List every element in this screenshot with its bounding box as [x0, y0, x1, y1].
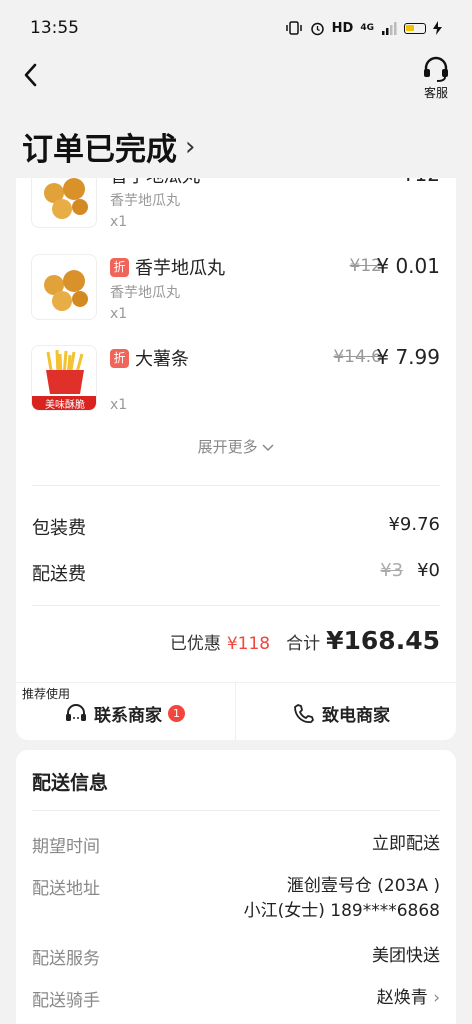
- info-row-rider[interactable]: 配送骑手 赵焕青 ›: [32, 986, 440, 1011]
- info-label: 期望时间: [32, 837, 100, 857]
- item-qty: x1: [110, 306, 128, 322]
- divider: [32, 485, 440, 486]
- item-name: 折 大薯条: [110, 345, 189, 371]
- charging-icon: [433, 21, 442, 35]
- fee-row-packaging: 包装费 ¥9.76: [32, 514, 440, 540]
- info-value: 美团快送: [372, 946, 440, 966]
- info-row-service: 配送服务 美团快送: [32, 944, 440, 969]
- divider: [32, 810, 440, 811]
- signal-icon: [382, 21, 397, 35]
- item-name: 香芋地瓜丸: [110, 178, 200, 188]
- item-price: ¥ 0.01: [376, 254, 440, 278]
- customer-service-button[interactable]: 客服: [422, 56, 450, 101]
- discount-tag: 折: [110, 257, 129, 277]
- fee-label: 配送费: [32, 564, 86, 585]
- fee-row-delivery: 配送费 ¥3 ¥0: [32, 560, 440, 586]
- fee-original: ¥3: [380, 560, 404, 581]
- order-item[interactable]: 香芋地瓜丸 香芋地瓜丸 x1 ¥12: [16, 178, 456, 242]
- info-row-address: 配送地址 滙创壹号仓 (203A ) 小江(女士) 189****6868: [32, 874, 440, 924]
- back-button[interactable]: [22, 62, 38, 94]
- product-image-text: 美味酥脆: [45, 398, 85, 411]
- product-image: 美味酥脆: [31, 345, 97, 411]
- info-label: 配送地址: [32, 879, 100, 899]
- order-total: 已优惠 ¥118 合计 ¥168.45: [170, 626, 440, 655]
- status-icons: HD 4G: [285, 21, 442, 36]
- order-item[interactable]: 美味酥脆 折 大薯条 x1 ¥14.6 ¥ 7.99: [16, 345, 456, 425]
- info-label: 配送服务: [32, 949, 100, 969]
- battery-icon: [404, 22, 426, 34]
- info-value: 滙创壹号仓 (203A ) 小江(女士) 189****6868: [244, 874, 440, 924]
- chevron-right-icon: ›: [433, 988, 440, 1008]
- order-card: 香芋地瓜丸 香芋地瓜丸 x1 ¥12 折 香芋地瓜丸 香芋地瓜丸 x1 ¥12 …: [16, 178, 456, 740]
- item-name: 折 香芋地瓜丸: [110, 254, 225, 280]
- status-bar: 13:55 HD 4G: [0, 0, 472, 56]
- item-qty: x1: [110, 397, 128, 413]
- phone-icon: [294, 703, 314, 723]
- chat-headset-icon: [66, 703, 86, 721]
- alarm-icon: [310, 22, 324, 35]
- divider: [235, 683, 236, 740]
- section-title: 配送信息: [32, 772, 109, 794]
- info-value: 赵焕青 ›: [376, 988, 440, 1008]
- call-merchant-button[interactable]: 致电商家: [292, 701, 390, 726]
- contact-merchant-button[interactable]: 联系商家 1: [64, 701, 185, 726]
- divider: [32, 605, 440, 606]
- vibrate-icon: [285, 21, 302, 35]
- item-price: ¥12: [402, 178, 440, 186]
- unread-badge: 1: [168, 705, 185, 722]
- fee-label: 包装费: [32, 518, 86, 539]
- call-merchant-label: 致电商家: [322, 706, 390, 726]
- chevron-left-icon: [24, 63, 37, 87]
- product-image: [31, 254, 97, 320]
- status-time: 13:55: [30, 18, 79, 38]
- chevron-right-icon: ›: [185, 131, 196, 162]
- info-label: 配送骑手: [32, 991, 100, 1011]
- order-status-title[interactable]: 订单已完成 ›: [22, 124, 195, 169]
- product-image: [31, 178, 97, 228]
- signal-4g-icon: 4G: [360, 23, 374, 33]
- total-label: 合计: [286, 634, 321, 654]
- expand-more-button[interactable]: 展开更多: [16, 436, 456, 457]
- fee-value: ¥0: [417, 560, 440, 581]
- discount-tag: 折: [110, 348, 129, 368]
- hd-icon: HD: [331, 20, 354, 36]
- item-original-price: ¥14.6: [333, 347, 382, 367]
- nav-bar: 客服: [0, 56, 472, 100]
- merchant-actions: 推荐使用 联系商家 1 致电商家: [16, 682, 456, 740]
- item-spec: 香芋地瓜丸: [110, 193, 180, 209]
- recommend-tag: 推荐使用: [22, 687, 71, 701]
- headset-icon: [424, 56, 448, 82]
- discount-label: 已优惠: [169, 634, 221, 654]
- contact-line: 小江(女士) 189****6868: [243, 901, 440, 921]
- discount-value: ¥118: [226, 634, 271, 654]
- customer-service-label: 客服: [423, 86, 448, 100]
- total-value: ¥168.45: [326, 626, 440, 655]
- address-line: 滙创壹号仓 (203A ): [286, 876, 440, 896]
- contact-merchant-label: 联系商家: [94, 706, 162, 726]
- delivery-info-card: 配送信息 期望时间 立即配送 配送地址 滙创壹号仓 (203A ) 小江(女士)…: [16, 750, 456, 1024]
- chevron-down-icon: [262, 444, 274, 452]
- item-price: ¥ 7.99: [376, 345, 440, 369]
- item-spec: 香芋地瓜丸: [110, 285, 180, 301]
- item-qty: x1: [110, 214, 128, 230]
- info-value: 立即配送: [372, 834, 440, 854]
- info-row-expected-time: 期望时间 立即配送: [32, 832, 440, 857]
- order-status-text: 订单已完成: [22, 132, 177, 168]
- order-item[interactable]: 折 香芋地瓜丸 香芋地瓜丸 x1 ¥12 ¥ 0.01: [16, 254, 456, 334]
- fee-value: ¥9.76: [388, 514, 440, 535]
